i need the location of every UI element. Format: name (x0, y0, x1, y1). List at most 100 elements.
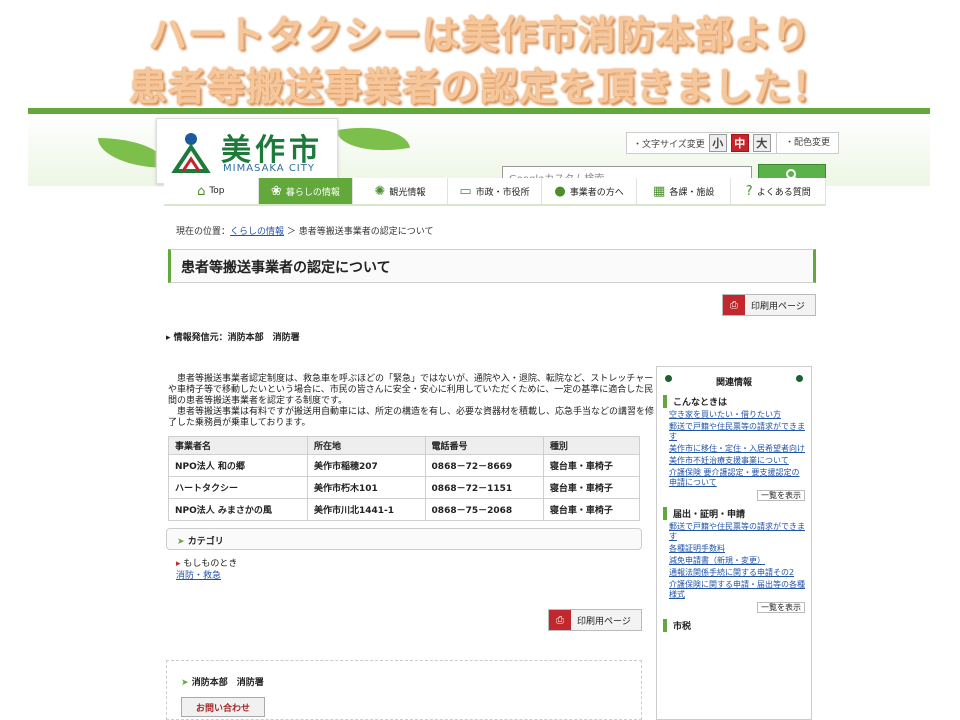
table-cell: 寝台車・車椅子 (542, 498, 641, 521)
info-source: ▸ 情報発信元：消防本部 消防署 (166, 330, 300, 343)
table-header: 電話番号 (424, 436, 544, 455)
nav-label: 市政・市役所 (475, 187, 530, 198)
sidebar-more-link[interactable]: 一覧を表示 (657, 602, 805, 613)
sidebar-section-title: 市税 (663, 619, 805, 632)
department-name: 消防本部 消防署 (191, 678, 264, 688)
table-cell: 寝台車・車椅子 (542, 476, 641, 499)
font-size-small-button[interactable]: 小 (708, 134, 727, 152)
site-header: 美作市 MIMASAKA CITY ・文字サイズ変更 小 中 大 ・配色変更 G… (28, 114, 930, 186)
intro-text: 患者等搬送事業者認定制度は、救急車を呼ぶほどの「緊急」ではないが、通院や入・退院… (168, 374, 654, 429)
table-cell: NPO法人 みまさかの風 (168, 498, 308, 521)
font-size-large-button[interactable]: 大 (752, 134, 771, 152)
print-page-button[interactable]: ⎙ 印刷用ページ (722, 294, 816, 316)
announcement-banner-line1: ハートタクシーは美作市消防本部より (148, 13, 812, 57)
sidebar-link[interactable]: 介護保険に関する申請・届出等の各種様式 (669, 580, 805, 600)
table-cell: ハートタクシー (168, 476, 308, 499)
question-icon: ? (745, 183, 753, 199)
table-cell: 0868－72－1151 (424, 476, 544, 499)
sidebar-link[interactable]: 美作市に移住・定住・入居希望者向け (669, 444, 805, 454)
sidebar-link[interactable]: 郵送で戸籍や住民票等の請求ができます (669, 522, 805, 542)
sidebar-link[interactable]: 空き家を買いたい・借りたい方 (669, 410, 805, 420)
department-title: ➤ 消防本部 消防署 (181, 675, 264, 688)
nav-label: 観光情報 (389, 187, 426, 198)
category-list: ▸ もしものとき 消防・救急 (176, 558, 237, 582)
sidebar-link[interactable]: 減免申請書（新規・変更） (669, 556, 805, 566)
sidebar-title: 関連情報 (715, 378, 752, 388)
print-label: 印刷用ページ (577, 616, 631, 627)
sidebar-section-title: 届出・証明・申請 (663, 507, 805, 520)
font-size-medium-button[interactable]: 中 (730, 134, 749, 152)
table-row: ハートタクシー 美作市朽木101 0868－72－1151 寝台車・車椅子 (168, 476, 641, 499)
sidebar-more-label: 一覧を表示 (757, 490, 805, 501)
intro-paragraph: 患者等搬送事業は有料ですが搬送用自動車には、所定の構造を有し、必要な資器材を積載… (168, 407, 655, 428)
nav-living-info[interactable]: ❀ 暮らしの情報 (258, 178, 354, 204)
dot-icon (665, 375, 672, 382)
table-cell: 美作市朽木101 (306, 476, 426, 499)
category-item-label: もしものとき (183, 559, 238, 569)
nav-label: 暮らしの情報 (285, 187, 340, 198)
print-page-button-bottom[interactable]: ⎙ 印刷用ページ (548, 609, 642, 631)
table-cell: 美作市稲穂207 (306, 454, 426, 477)
related-info-sidebar: 関連情報 こんなときは 空き家を買いたい・借りたい方 郵送で戸籍や住民票等の請求… (656, 366, 812, 720)
category-title: カテゴリ (187, 537, 224, 547)
nav-city-hall[interactable]: ▭ 市政・市役所 (448, 178, 543, 204)
nav-departments[interactable]: ▦ 各課・施設 (637, 178, 732, 204)
nav-label: 各課・施設 (669, 187, 715, 198)
breadcrumb-separator: ＞ (286, 227, 296, 237)
info-source-text: 情報発信元：消防本部 消防署 (173, 333, 300, 343)
sidebar-link[interactable]: 美作市不妊治療支援事業について (669, 456, 805, 466)
sidebar-more-link[interactable]: 一覧を表示 (657, 490, 805, 501)
table-cell: 0868－75－2068 (424, 498, 544, 521)
sidebar-section-title: こんなときは (663, 395, 805, 408)
table-cell: 美作市川北1441-1 (306, 498, 426, 521)
global-nav: ⌂ Top ❀ 暮らしの情報 ✺ 観光情報 ▭ 市政・市役所 ● 事業者の方へ … (164, 178, 827, 206)
printer-icon: ⎙ (549, 610, 571, 630)
nav-label: よくある質問 (756, 187, 811, 198)
table-header: 種別 (542, 436, 641, 455)
font-size-label: ・文字サイズ変更 (633, 139, 705, 150)
sidebar-link[interactable]: 郵送で戸籍や住民票等の請求ができます (669, 422, 805, 442)
nav-label: 事業者の方へ (569, 187, 624, 198)
person-icon: ● (554, 183, 566, 199)
category-header: ➤ カテゴリ (166, 528, 642, 550)
building-icon: ▦ (653, 183, 666, 199)
color-scheme-button[interactable]: ・配色変更 (776, 132, 840, 154)
nav-tourism[interactable]: ✺ 観光情報 (353, 178, 448, 204)
breadcrumb-link-living[interactable]: くらしの情報 (230, 227, 284, 237)
home-icon: ⌂ (197, 183, 206, 199)
department-marker: ➤ (181, 678, 192, 688)
table-row: NPO法人 みまさかの風 美作市川北1441-1 0868－75－2068 寝台… (168, 498, 641, 521)
intro-paragraph: 患者等搬送事業者認定制度は、救急車を呼ぶほどの「緊急」ではないが、通院や入・退院… (168, 374, 654, 406)
website-screenshot: 美作市 MIMASAKA CITY ・文字サイズ変更 小 中 大 ・配色変更 G… (28, 98, 930, 720)
table-cell: NPO法人 和の郷 (168, 454, 308, 477)
breadcrumb-prefix: 現在の位置： (176, 227, 231, 237)
sun-icon: ✺ (374, 183, 386, 199)
breadcrumb: 現在の位置：くらしの情報 ＞ 患者等搬送事業者の認定について (176, 224, 434, 237)
table-cell: 0868－72－8669 (424, 454, 544, 477)
city-emblem-icon (171, 133, 211, 173)
printer-icon: ⎙ (723, 295, 745, 315)
nav-business[interactable]: ● 事業者の方へ (542, 178, 637, 204)
table-header: 所在地 (306, 436, 426, 455)
table-header-row: 事業者名 所在地 電話番号 種別 (168, 436, 641, 455)
sidebar-link[interactable]: 介護保険 要介護認定・要支援認定の申請について (669, 468, 805, 488)
page-title: 患者等搬送事業者の認定について (168, 249, 816, 283)
sidebar-link[interactable]: 各種証明手数料 (669, 544, 805, 554)
sidebar-more-label: 一覧を表示 (757, 602, 805, 613)
category-link-fire-emergency[interactable]: 消防・救急 (176, 570, 237, 582)
table-row: NPO法人 和の郷 美作市稲穂207 0868－72－8669 寝台車・車椅子 (168, 454, 641, 477)
sidebar-link[interactable]: 通報法関係手続に関する申請その2 (669, 568, 805, 578)
nav-faq[interactable]: ? よくある質問 (731, 178, 827, 204)
nav-top[interactable]: ⌂ Top (164, 178, 259, 204)
contact-button[interactable]: お問い合わせ (181, 697, 266, 717)
transport-operators-table: 事業者名 所在地 電話番号 種別 NPO法人 和の郷 美作市稲穂207 0868… (168, 436, 641, 521)
print-label: 印刷用ページ (751, 301, 805, 312)
flower-icon: ❀ (270, 183, 282, 199)
book-icon: ▭ (459, 183, 472, 199)
breadcrumb-current: 患者等搬送事業者の認定について (298, 227, 434, 237)
nav-label: Top (209, 186, 225, 196)
table-cell: 寝台車・車椅子 (542, 454, 641, 477)
city-logo[interactable]: 美作市 MIMASAKA CITY (156, 118, 338, 184)
leaf-decoration-right (335, 118, 411, 160)
dot-icon (796, 375, 803, 382)
